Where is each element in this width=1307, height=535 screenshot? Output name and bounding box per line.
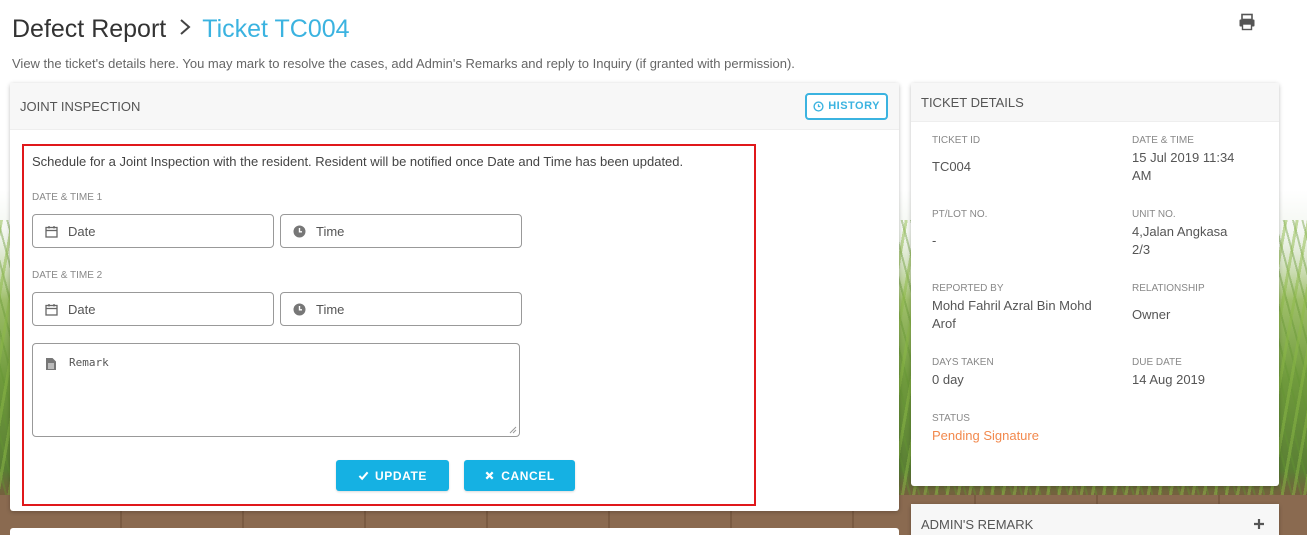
unit-label: UNIT NO. — [1132, 209, 1176, 220]
ticket-id-label: TICKET ID — [932, 135, 981, 146]
ticket-details-panel: TICKET DETAILS TICKET ID TC004 DATE & TI… — [911, 83, 1279, 486]
ticket-id-value: TC004 — [932, 159, 972, 174]
joint-inspection-header: JOINT INSPECTION HISTORY — [10, 83, 899, 130]
date-time-label: DATE & TIME — [1132, 135, 1194, 146]
status-badge: Pending Signature — [932, 428, 1039, 443]
date-time-value-line2: AM — [1132, 168, 1152, 183]
plus-icon[interactable] — [1253, 518, 1265, 530]
date-time-1-label: DATE & TIME 1 — [32, 192, 103, 203]
calendar-icon — [45, 225, 58, 238]
time-1-input[interactable]: Time — [280, 214, 522, 248]
date-2-placeholder: Date — [68, 301, 96, 317]
page-description: View the ticket's details here. You may … — [12, 56, 795, 71]
clock-icon — [813, 100, 824, 112]
reported-by-value-line2: Arof — [932, 316, 956, 331]
update-label: UPDATE — [374, 468, 428, 483]
unit-value-line2: 2/3 — [1132, 242, 1151, 257]
date-time-2-label: DATE & TIME 2 — [32, 270, 103, 281]
ptlot-value: - — [932, 233, 937, 248]
date-time-value-line1: 15 Jul 2019 11:34 — [1132, 150, 1235, 165]
reported-by-label: REPORTED BY — [932, 283, 1004, 294]
due-date-value: 14 Aug 2019 — [1132, 372, 1206, 387]
clock-icon — [293, 303, 306, 316]
date-2-input[interactable]: Date — [32, 292, 274, 326]
days-taken-value: 0 day — [932, 372, 964, 387]
relationship-label: RELATIONSHIP — [1132, 283, 1205, 294]
breadcrumb-root[interactable]: Defect Report — [12, 12, 166, 46]
next-panel-edge — [10, 528, 899, 535]
chevron-right-icon — [178, 12, 192, 46]
breadcrumb-current: Ticket TC004 — [202, 15, 350, 43]
check-icon — [358, 471, 369, 481]
time-2-input[interactable]: Time — [280, 292, 522, 326]
close-icon — [485, 471, 494, 480]
days-taken-label: DAYS TAKEN — [932, 357, 994, 368]
admin-remark-header[interactable]: ADMIN'S REMARK — [911, 504, 1279, 535]
unit-value-line1: 4,Jalan Angkasa — [1132, 224, 1228, 239]
ticket-details-title: TICKET DETAILS — [921, 94, 1024, 110]
cancel-label: CANCEL — [501, 468, 555, 483]
status-label: STATUS — [932, 413, 970, 424]
date-1-input[interactable]: Date — [32, 214, 274, 248]
time-2-placeholder: Time — [316, 301, 345, 317]
ticket-details-header: TICKET DETAILS — [911, 83, 1279, 122]
document-icon — [45, 357, 57, 371]
ptlot-label: PT/LOT NO. — [932, 209, 988, 220]
admin-remark-title: ADMIN'S REMARK — [921, 516, 1034, 532]
calendar-icon — [45, 303, 58, 316]
history-button[interactable]: HISTORY — [805, 92, 888, 120]
relationship-value: Owner — [1132, 307, 1171, 322]
resize-grip-icon[interactable] — [509, 426, 517, 434]
remark-textarea[interactable]: Remark — [32, 343, 520, 437]
print-icon[interactable] — [1238, 13, 1256, 31]
time-1-placeholder: Time — [316, 223, 345, 239]
history-label: HISTORY — [828, 100, 880, 112]
date-1-placeholder: Date — [68, 223, 96, 239]
clock-icon — [293, 225, 306, 238]
reported-by-value-line1: Mohd Fahril Azral Bin Mohd — [932, 298, 1092, 313]
breadcrumb: Defect Report Ticket TC004 — [12, 12, 795, 46]
due-date-label: DUE DATE — [1132, 357, 1182, 368]
cancel-button[interactable]: CANCEL — [464, 460, 575, 491]
page-header: Defect Report Ticket TC004 View the tick… — [12, 12, 795, 71]
joint-inspection-form: Schedule for a Joint Inspection with the… — [22, 144, 756, 506]
joint-inspection-intro: Schedule for a Joint Inspection with the… — [32, 154, 684, 169]
joint-inspection-title: JOINT INSPECTION — [20, 98, 141, 114]
update-button[interactable]: UPDATE — [336, 460, 449, 491]
joint-inspection-panel: JOINT INSPECTION HISTORY Schedule for a … — [10, 83, 899, 511]
admin-remark-panel: ADMIN'S REMARK — [911, 504, 1279, 535]
remark-placeholder: Remark — [69, 356, 109, 369]
